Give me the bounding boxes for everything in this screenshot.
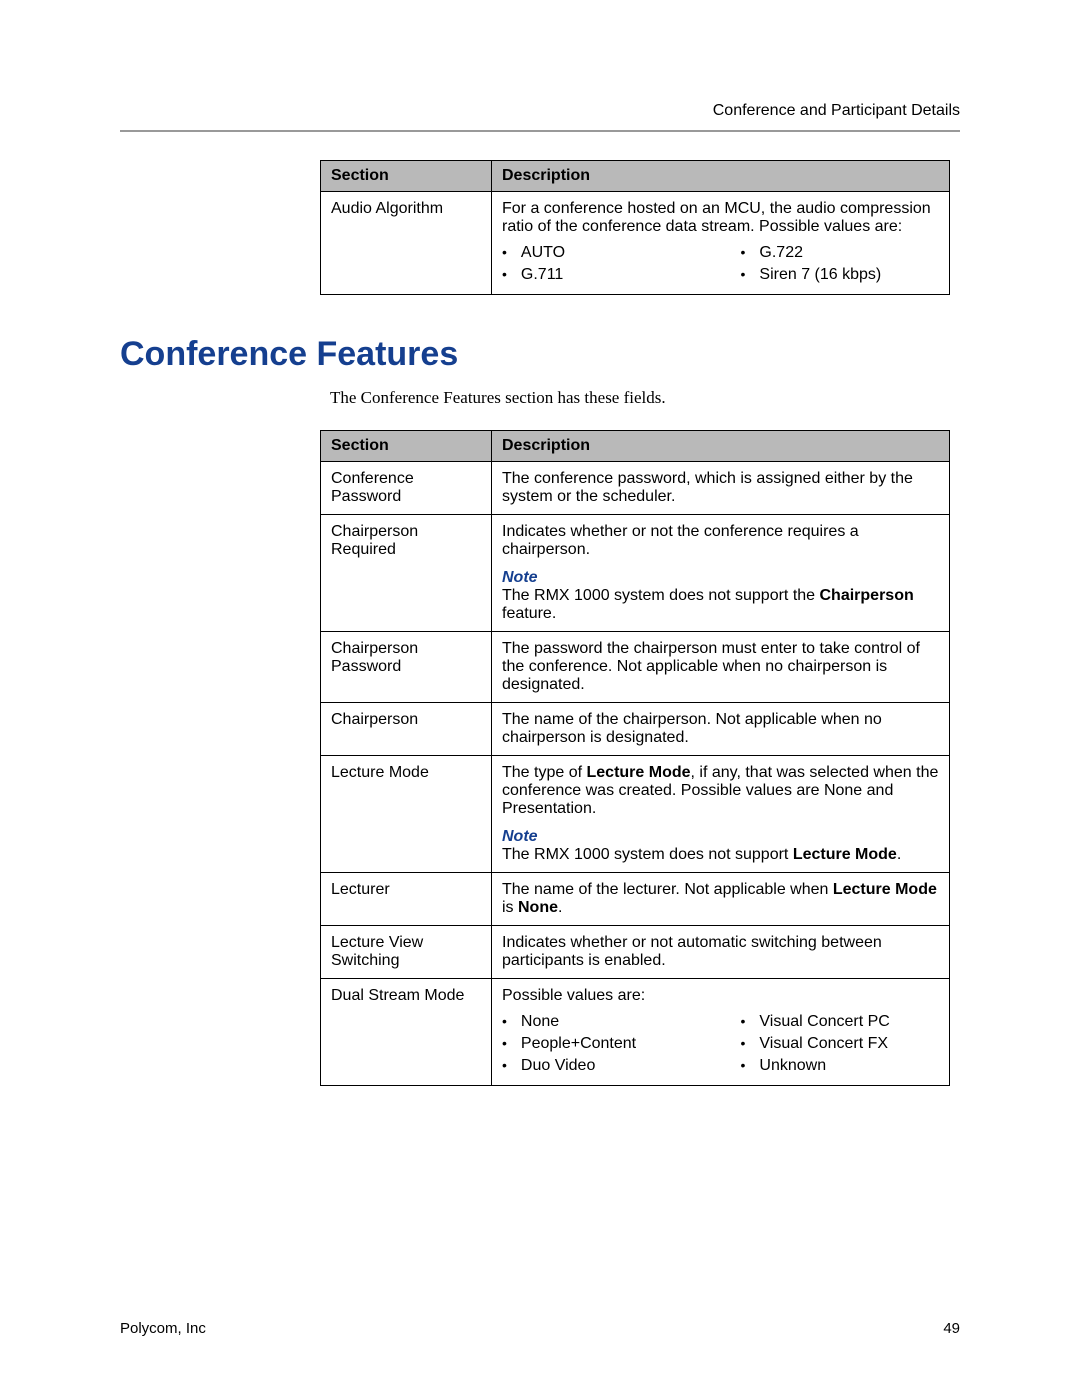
cell-section: Dual Stream Mode xyxy=(321,979,492,1086)
bullet-icon: • xyxy=(502,267,507,281)
desc-text: For a conference hosted on an MCU, the a… xyxy=(502,200,931,235)
table-header-row: Section Description xyxy=(321,431,950,462)
desc-text: The type of Lecture Mode, if any, that w… xyxy=(502,764,938,817)
cell-description: For a conference hosted on an MCU, the a… xyxy=(492,192,950,295)
cell-section: Chairperson Required xyxy=(321,515,492,632)
list-item: •AUTO xyxy=(502,242,701,264)
cell-section: Audio Algorithm xyxy=(321,192,492,295)
cell-description: Indicates whether or not automatic switc… xyxy=(492,926,950,979)
section-heading: Conference Features xyxy=(120,335,960,374)
bullet-list: •None •People+Content •Duo Video •Visual… xyxy=(502,1011,939,1077)
cell-section: Chairperson Password xyxy=(321,632,492,703)
table-row: Dual Stream Mode Possible values are: •N… xyxy=(321,979,950,1086)
cell-description: The password the chairperson must enter … xyxy=(492,632,950,703)
cell-section: Lecturer xyxy=(321,873,492,926)
content-area: Section Description Audio Algorithm For … xyxy=(120,160,960,1086)
list-item: •People+Content xyxy=(502,1033,701,1055)
bullet-icon: • xyxy=(502,1058,507,1072)
cell-description: The name of the chairperson. Not applica… xyxy=(492,703,950,756)
col-header-section: Section xyxy=(321,431,492,462)
conference-features-table: Section Description Conference Password … xyxy=(320,430,950,1086)
footer-company: Polycom, Inc xyxy=(120,1320,206,1337)
table-row: Lecture Mode The type of Lecture Mode, i… xyxy=(321,756,950,873)
table-row: Lecturer The name of the lecturer. Not a… xyxy=(321,873,950,926)
list-item: •Siren 7 (16 kbps) xyxy=(741,264,940,286)
page-number: 49 xyxy=(943,1320,960,1337)
bullet-icon: • xyxy=(502,245,507,259)
col-header-section: Section xyxy=(321,161,492,192)
cell-description: Possible values are: •None •People+Conte… xyxy=(492,979,950,1086)
note-label: Note xyxy=(502,828,939,846)
table-row: Chairperson The name of the chairperson.… xyxy=(321,703,950,756)
bullet-icon: • xyxy=(741,267,746,281)
list-item: •Unknown xyxy=(741,1055,940,1077)
cell-section: Chairperson xyxy=(321,703,492,756)
bullet-icon: • xyxy=(741,1058,746,1072)
list-item: •Duo Video xyxy=(502,1055,701,1077)
table-row: Chairperson Required Indicates whether o… xyxy=(321,515,950,632)
table-row: Conference Password The conference passw… xyxy=(321,462,950,515)
col-header-description: Description xyxy=(492,431,950,462)
cell-description: The type of Lecture Mode, if any, that w… xyxy=(492,756,950,873)
table-row: Chairperson Password The password the ch… xyxy=(321,632,950,703)
cell-section: Lecture View Switching xyxy=(321,926,492,979)
header-title: Conference and Participant Details xyxy=(713,102,960,120)
bullet-icon: • xyxy=(502,1014,507,1028)
note-text: The RMX 1000 system does not support Lec… xyxy=(502,846,901,863)
bullet-icon: • xyxy=(741,245,746,259)
cell-section: Lecture Mode xyxy=(321,756,492,873)
header-divider xyxy=(120,130,960,132)
cell-section: Conference Password xyxy=(321,462,492,515)
table-header-row: Section Description xyxy=(321,161,950,192)
table-row: Lecture View Switching Indicates whether… xyxy=(321,926,950,979)
note-label: Note xyxy=(502,569,939,587)
list-item: •Visual Concert PC xyxy=(741,1011,940,1033)
col-header-description: Description xyxy=(492,161,950,192)
cell-description: The conference password, which is assign… xyxy=(492,462,950,515)
bullet-icon: • xyxy=(741,1036,746,1050)
audio-algorithm-table: Section Description Audio Algorithm For … xyxy=(320,160,950,295)
list-item: •Visual Concert FX xyxy=(741,1033,940,1055)
cell-description: Indicates whether or not the conference … xyxy=(492,515,950,632)
bullet-list: •AUTO •G.711 •G.722 •Siren 7 (16 kbps) xyxy=(502,242,939,286)
intro-text: The Conference Features section has thes… xyxy=(330,388,960,408)
table-row: Audio Algorithm For a conference hosted … xyxy=(321,192,950,295)
list-item: •G.711 xyxy=(502,264,701,286)
page: Conference and Participant Details Secti… xyxy=(0,0,1080,1397)
list-item: •None xyxy=(502,1011,701,1033)
bullet-icon: • xyxy=(741,1014,746,1028)
bullet-icon: • xyxy=(502,1036,507,1050)
note-text: The RMX 1000 system does not support the… xyxy=(502,587,914,622)
list-item: •G.722 xyxy=(741,242,940,264)
cell-description: The name of the lecturer. Not applicable… xyxy=(492,873,950,926)
